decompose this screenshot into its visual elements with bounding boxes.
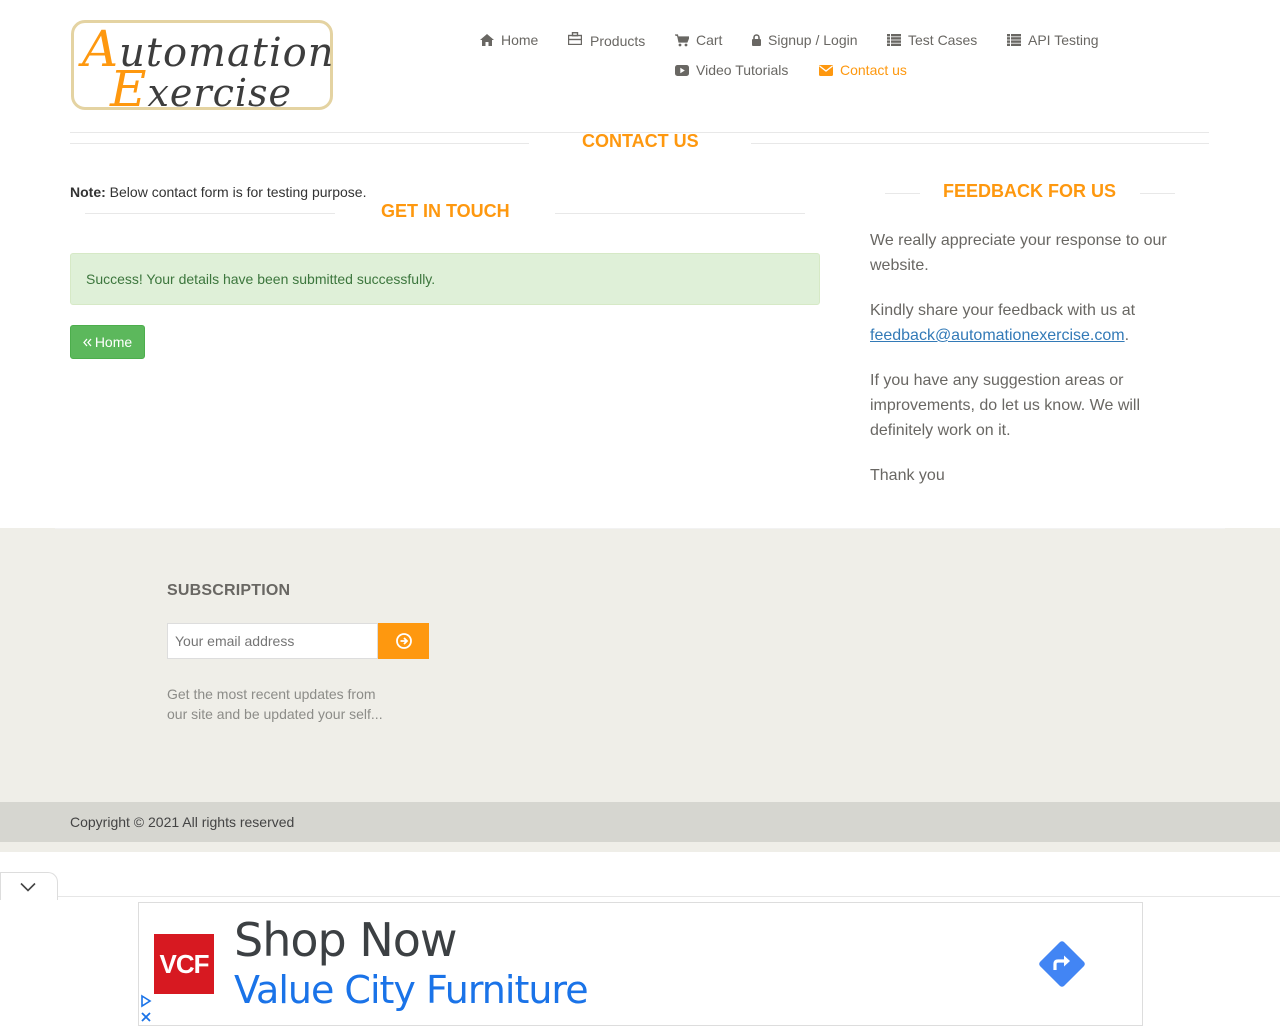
copyright-text: Copyright © 2021 All rights reserved xyxy=(70,814,295,830)
ad-choices-icon[interactable] xyxy=(139,994,153,1008)
nav-products[interactable]: Products xyxy=(568,31,645,51)
nav-home[interactable]: Home xyxy=(480,30,538,50)
double-angle-left-icon xyxy=(82,338,92,346)
arrow-circle-right-icon xyxy=(395,633,412,649)
shopping-cart-icon xyxy=(675,33,689,46)
nav-contact-us[interactable]: Contact us xyxy=(819,60,907,80)
feedback-title: Feedback For Us xyxy=(943,181,1117,201)
subscribe-button[interactable] xyxy=(378,623,429,659)
feedback-thank-you: Thank you xyxy=(870,467,945,484)
home-button[interactable]: Home xyxy=(70,325,145,359)
subscription-description: Get the most recent updates from our sit… xyxy=(167,686,383,722)
feedback-paragraph-1: We really appreciate your response to ou… xyxy=(870,232,1167,274)
note-body: Below contact form is for testing purpos… xyxy=(105,184,367,200)
note-label: Note: xyxy=(70,184,106,200)
success-alert: Success! Your details have been submitte… xyxy=(70,253,820,305)
note-text: Note: Below contact form is for testing … xyxy=(70,184,366,200)
lock-icon xyxy=(752,34,761,46)
subscription-title: SUBSCRIPTION xyxy=(167,582,291,599)
site-logo[interactable]: Automation Exercise xyxy=(71,20,334,115)
nav-signup-login[interactable]: Signup / Login xyxy=(752,30,858,50)
nav-test-cases[interactable]: Test Cases xyxy=(887,30,977,50)
ad-collapse-button[interactable] xyxy=(0,872,58,900)
title-rule-right xyxy=(751,143,1209,144)
title-rule-left xyxy=(70,143,529,144)
footer-widget xyxy=(0,528,1280,802)
chevron-down-icon xyxy=(20,882,36,892)
footer-top-line xyxy=(55,528,1225,529)
close-icon[interactable] xyxy=(139,1010,153,1024)
get-in-touch-rule-right xyxy=(555,213,805,214)
feedback-email-link[interactable]: feedback@automationexercise.com xyxy=(870,327,1125,344)
feedback-paragraph-2: Kindly share your feedback with us at fe… xyxy=(870,302,1136,344)
get-in-touch-title: Get In Touch xyxy=(381,201,510,221)
nav-api-testing[interactable]: API Testing xyxy=(1007,30,1099,50)
feedback-paragraph-3: If you have any suggestion areas or impr… xyxy=(870,372,1141,439)
directions-arrow-icon[interactable] xyxy=(1038,940,1086,988)
envelope-icon xyxy=(819,64,833,76)
youtube-play-icon xyxy=(675,64,689,76)
footer-spacer xyxy=(0,842,1280,852)
get-in-touch-rule-left xyxy=(85,213,335,214)
advertiser-logo[interactable]: VCF xyxy=(154,934,214,994)
feedback-rule-right xyxy=(1140,193,1175,194)
nav-video-tutorials[interactable]: Video Tutorials xyxy=(675,60,788,80)
logo-letter-e: E xyxy=(110,60,148,118)
page-title: Contact Us xyxy=(582,131,699,151)
ad-headline[interactable]: Shop Now xyxy=(234,913,457,967)
feedback-rule-left xyxy=(885,193,920,194)
ad-advertiser-name[interactable]: Value City Furniture xyxy=(234,968,589,1012)
list-icon xyxy=(1007,34,1021,46)
nav-cart[interactable]: Cart xyxy=(675,30,722,50)
list-icon xyxy=(887,34,901,46)
briefcase-icon xyxy=(568,31,582,45)
home-icon xyxy=(480,34,494,46)
logo-word-2: xercise xyxy=(147,71,293,115)
subscription-email-input[interactable] xyxy=(167,623,378,659)
